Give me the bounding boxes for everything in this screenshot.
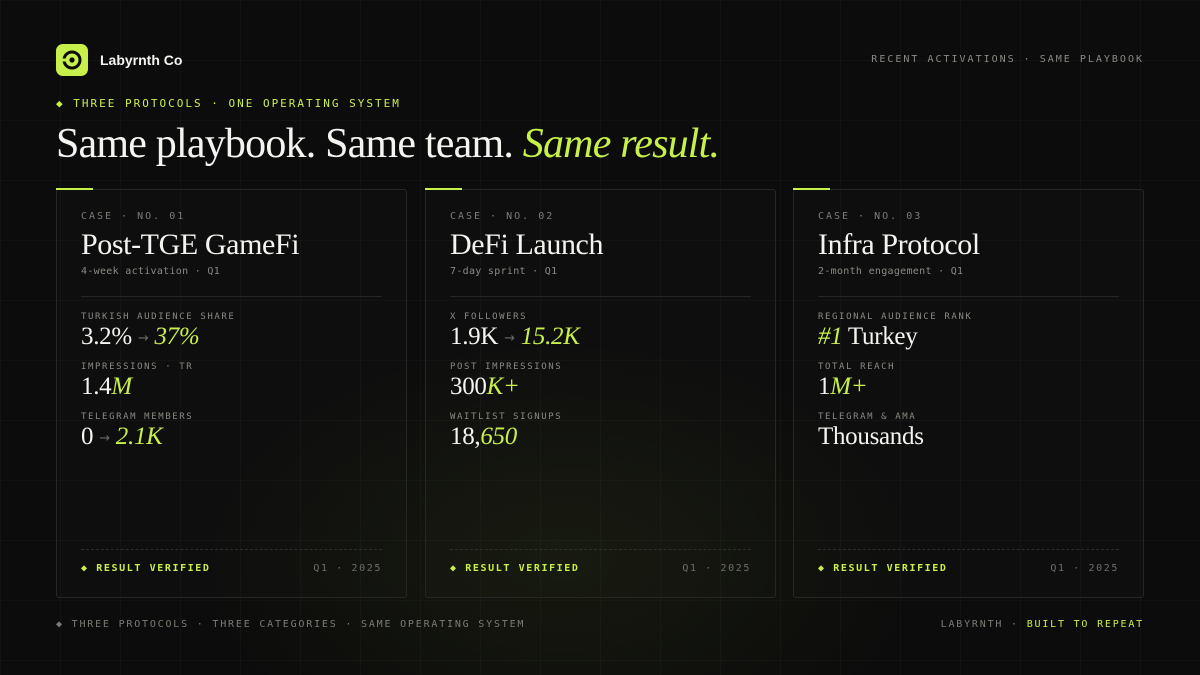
metric-value: 3.2% → 37% — [81, 323, 382, 351]
metric-accent: K+ — [486, 373, 520, 400]
metric-accent: #1 — [818, 323, 843, 350]
dashed-divider — [450, 549, 751, 550]
metric-accent: M+ — [830, 373, 868, 400]
metric: TURKISH AUDIENCE SHARE 3.2% → 37% — [81, 312, 382, 351]
metric-value: 300K+ — [450, 373, 751, 401]
case-period: Q1 · 2025 — [1050, 563, 1119, 574]
divider — [81, 296, 382, 297]
metric-label: WAITLIST SIGNUPS — [450, 412, 563, 422]
metric: WAITLIST SIGNUPS 18,650 — [450, 412, 751, 451]
metric-from: 1.9K — [450, 323, 499, 350]
metric: IMPRESSIONS · TR 1.4M — [81, 362, 382, 401]
case-period: Q1 · 2025 — [313, 563, 382, 574]
case-period: Q1 · 2025 — [682, 563, 751, 574]
metric-value: 0 → 2.1K — [81, 423, 382, 451]
metric-plain: Thousands — [818, 423, 924, 450]
metric-value: 1.9K → 15.2K — [450, 323, 751, 351]
footer-tagline: ◆ THREE PROTOCOLS · THREE CATEGORIES · S… — [56, 619, 526, 630]
metric-label: TOTAL REACH — [818, 362, 896, 372]
case-subtitle: 7-day sprint · Q1 — [450, 266, 558, 277]
metric-from: 0 — [81, 423, 94, 450]
metric-accent: 650 — [480, 423, 517, 450]
footer-signature: LABYRNTH · BUILT TO REPEAT — [941, 619, 1144, 630]
case-title: Post-TGE GameFi — [81, 228, 300, 261]
metric: POST IMPRESSIONS 300K+ — [450, 362, 751, 401]
headline-main: Same playbook. Same team. — [56, 121, 523, 167]
verified-badge: ◆ RESULT VERIFIED — [450, 563, 580, 574]
metric-accent: M — [111, 373, 132, 400]
metric: REGIONAL AUDIENCE RANK #1 Turkey — [818, 312, 1119, 351]
dashed-divider — [81, 549, 382, 550]
headline-accent: Same result. — [522, 121, 720, 167]
case-title: DeFi Launch — [450, 228, 604, 261]
case-card-2: CASE · NO. 02 DeFi Launch 7-day sprint ·… — [425, 188, 776, 598]
labyrinth-logo-icon — [56, 44, 88, 76]
metric-value: #1 Turkey — [818, 323, 1119, 351]
metric: TELEGRAM & AMA Thousands — [818, 412, 1119, 451]
metric-from: 3.2% — [81, 323, 132, 350]
case-card-1: CASE · NO. 01 Post-TGE GameFi 4-week act… — [56, 188, 407, 598]
metric-to: 37% — [154, 323, 200, 350]
metric-plain: 18, — [450, 423, 481, 450]
arrow-right-icon: → — [99, 430, 110, 446]
metric-label: TELEGRAM MEMBERS — [81, 412, 194, 422]
metric-label: TELEGRAM & AMA — [818, 412, 917, 422]
metric-value: 1.4M — [81, 373, 382, 401]
verified-badge: ◆ RESULT VERIFIED — [818, 563, 948, 574]
divider — [818, 296, 1119, 297]
metric: TELEGRAM MEMBERS 0 → 2.1K — [81, 412, 382, 451]
dashed-divider — [818, 549, 1119, 550]
case-card-3: CASE · NO. 03 Infra Protocol 2-month eng… — [793, 188, 1144, 598]
case-subtitle: 4-week activation · Q1 — [81, 266, 221, 277]
metric-label: POST IMPRESSIONS — [450, 362, 563, 372]
brand-name: Labyrnth Co — [100, 52, 183, 68]
footer-separator: · — [1003, 619, 1027, 630]
metric-label: X FOLLOWERS — [450, 312, 528, 322]
page-title: Same playbook. Same team. Same result. — [56, 120, 720, 168]
case-title: Infra Protocol — [818, 228, 980, 261]
footer-brand: LABYRNTH — [940, 619, 1004, 630]
metric-to: 2.1K — [115, 423, 163, 450]
metric: TOTAL REACH 1M+ — [818, 362, 1119, 401]
case-number: CASE · NO. 01 — [81, 211, 186, 222]
arrow-right-icon: → — [504, 330, 515, 346]
case-number: CASE · NO. 02 — [450, 211, 555, 222]
brand-lockup: Labyrnth Co — [56, 44, 182, 76]
case-number: CASE · NO. 03 — [818, 211, 923, 222]
divider — [450, 296, 751, 297]
verified-badge: ◆ RESULT VERIFIED — [81, 563, 211, 574]
metric-to: 15.2K — [520, 323, 580, 350]
metric-plain: 300 — [450, 373, 487, 400]
metric-value: 18,650 — [450, 423, 751, 451]
metric-value: 1M+ — [818, 373, 1119, 401]
metric-plain: 1 — [818, 373, 831, 400]
metric-plain: 1.4 — [81, 373, 112, 400]
metric: X FOLLOWERS 1.9K → 15.2K — [450, 312, 751, 351]
footer-accent: BUILT TO REPEAT — [1026, 619, 1144, 630]
metric-label: REGIONAL AUDIENCE RANK — [818, 312, 973, 322]
metric-label: IMPRESSIONS · TR — [81, 362, 194, 372]
case-subtitle: 2-month engagement · Q1 — [818, 266, 964, 277]
eyebrow: ◆ THREE PROTOCOLS · ONE OPERATING SYSTEM — [56, 97, 401, 110]
metric-rest: Turkey — [842, 323, 918, 350]
header-tagline: RECENT ACTIVATIONS · SAME PLAYBOOK — [871, 54, 1144, 65]
metric-label: TURKISH AUDIENCE SHARE — [81, 312, 236, 322]
arrow-right-icon: → — [137, 330, 149, 346]
metric-value: Thousands — [818, 423, 1119, 451]
